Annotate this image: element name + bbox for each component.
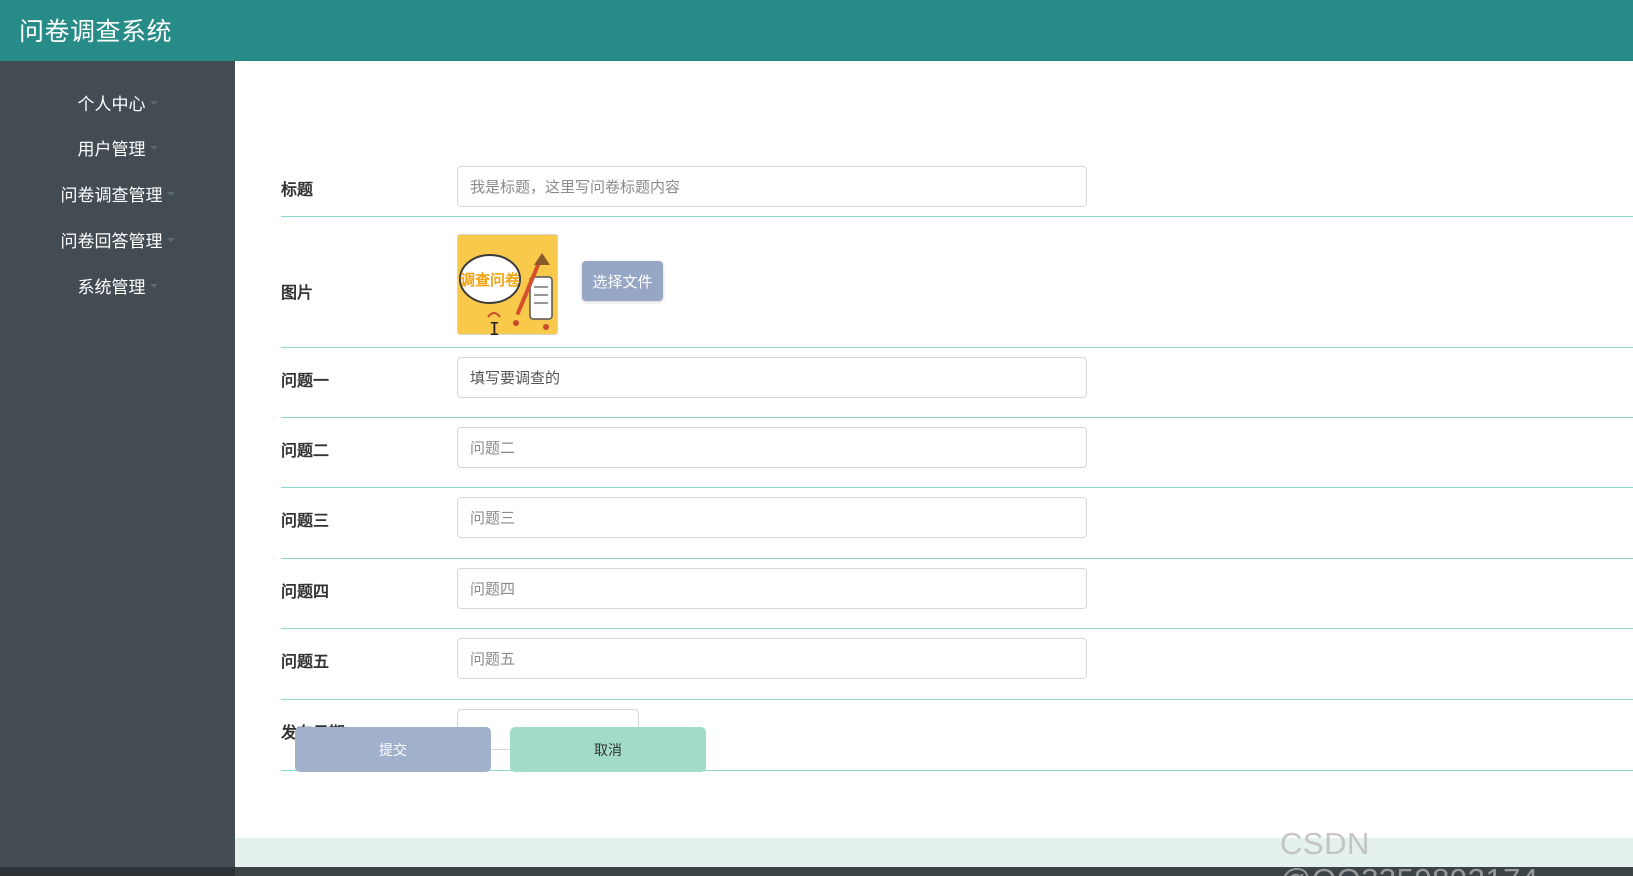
question-2-label: 问题二 xyxy=(281,441,330,460)
main-content: 标题 图片 调查问卷 选择文件 问题一 问题 xyxy=(235,61,1633,838)
question-5-label: 问题五 xyxy=(281,652,330,671)
sidebar-item-label: 用户管理 xyxy=(77,139,146,160)
text-cursor-icon: I xyxy=(489,319,500,340)
sidebar-item-answer-management[interactable]: 问卷回答管理 xyxy=(0,219,235,259)
choose-file-button[interactable]: 选择文件 xyxy=(582,261,663,301)
question-4-label: 问题四 xyxy=(281,582,330,601)
sidebar-item-label: 问卷调查管理 xyxy=(60,185,163,206)
question-1-input[interactable] xyxy=(457,357,1087,398)
sidebar-item-system-management[interactable]: 系统管理 xyxy=(0,265,235,305)
chevron-down-icon xyxy=(149,146,158,150)
image-label: 图片 xyxy=(281,283,314,302)
thumbnail-text: 调查问卷 xyxy=(460,271,521,289)
form-row-question-3: 问题三 xyxy=(281,488,1633,559)
form-row-question-5: 问题五 xyxy=(281,629,1633,700)
question-4-input[interactable] xyxy=(457,568,1087,609)
chevron-down-icon xyxy=(149,101,158,105)
chevron-down-icon xyxy=(166,238,175,242)
survey-illustration-icon: 调查问卷 xyxy=(458,235,557,334)
app-header: 问卷调查系统 xyxy=(0,0,1633,61)
app-title: 问卷调查系统 xyxy=(19,17,173,46)
question-3-input[interactable] xyxy=(457,497,1087,538)
submit-button[interactable]: 提交 xyxy=(295,727,491,772)
chevron-down-icon xyxy=(166,192,175,196)
title-input[interactable] xyxy=(457,166,1087,207)
sidebar-item-label: 个人中心 xyxy=(77,94,146,115)
chevron-down-icon xyxy=(149,284,158,288)
form-row-question-4: 问题四 xyxy=(281,559,1633,629)
watermark: CSDN @QQ3359892174 xyxy=(1280,826,1538,876)
form-row-title: 标题 xyxy=(281,104,1633,217)
form-row-image: 图片 调查问卷 选择文件 xyxy=(281,217,1633,348)
form-row-question-1: 问题一 xyxy=(281,348,1633,418)
cancel-button[interactable]: 取消 xyxy=(510,727,706,772)
sidebar-item-personal-center[interactable]: 个人中心 xyxy=(0,82,235,122)
sidebar-item-label: 系统管理 xyxy=(77,277,146,298)
form-row-question-2: 问题二 xyxy=(281,418,1633,488)
survey-image-thumbnail: 调查问卷 xyxy=(457,234,558,335)
bottom-bar xyxy=(0,867,235,876)
question-3-label: 问题三 xyxy=(281,511,330,530)
question-2-input[interactable] xyxy=(457,427,1087,468)
question-1-label: 问题一 xyxy=(281,371,330,390)
question-5-input[interactable] xyxy=(457,638,1087,679)
title-label: 标题 xyxy=(281,180,314,199)
sidebar-item-user-management[interactable]: 用户管理 xyxy=(0,127,235,167)
sidebar-item-survey-management[interactable]: 问卷调查管理 xyxy=(0,173,235,213)
sidebar: 个人中心 用户管理 问卷调查管理 问卷回答管理 系统管理 xyxy=(0,61,235,876)
sidebar-item-label: 问卷回答管理 xyxy=(60,231,163,252)
